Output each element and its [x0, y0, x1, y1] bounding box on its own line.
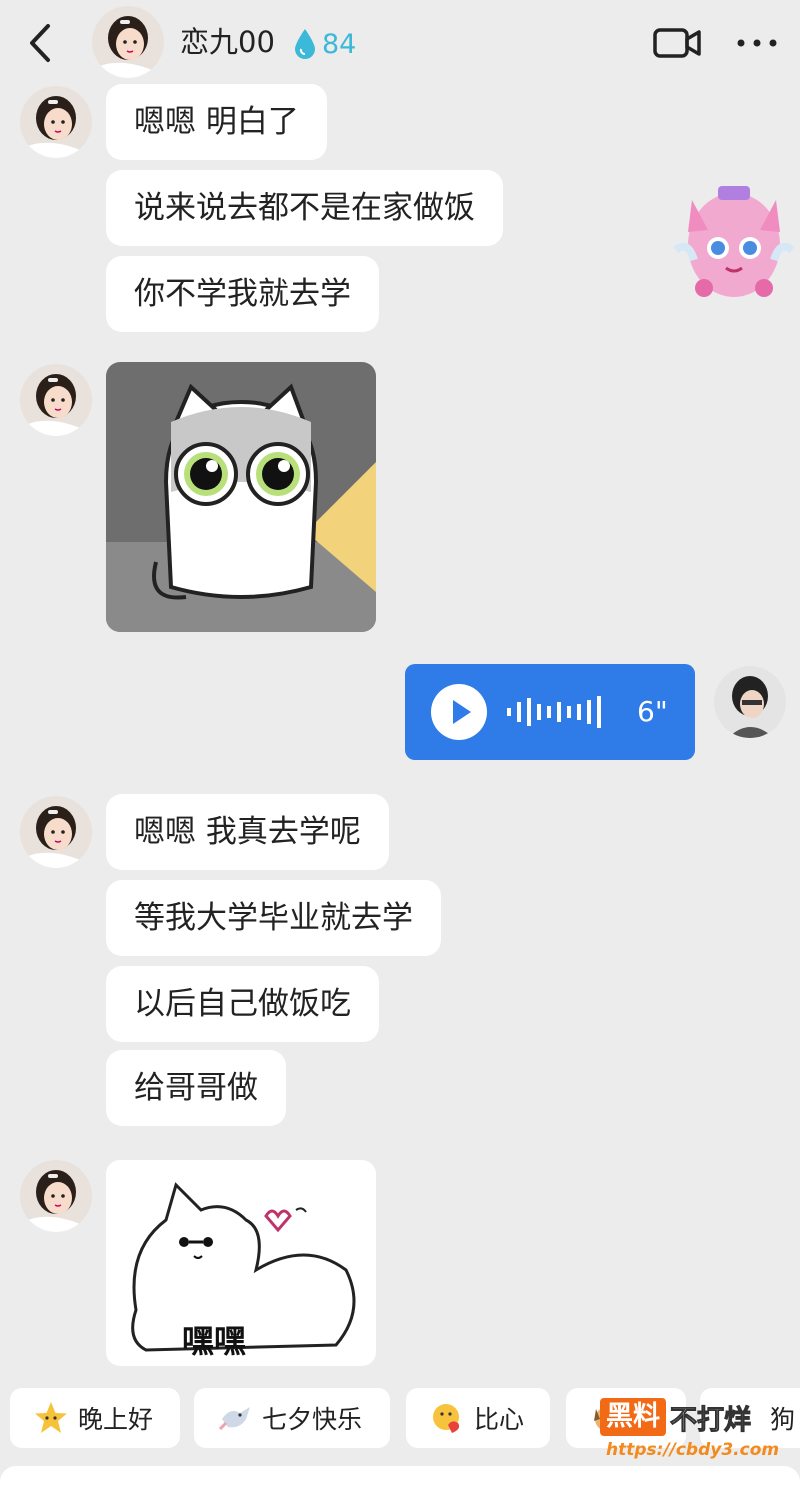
chip-label: 七夕快乐 — [262, 1405, 363, 1434]
sender-avatar[interactable] — [20, 364, 92, 436]
intimacy-badge[interactable]: 84 — [292, 24, 356, 64]
watermark: 黑料 不打烊 https://cbdy3.com — [600, 1398, 800, 1470]
chip-label: 比心 — [474, 1405, 525, 1434]
sender-avatar[interactable] — [20, 796, 92, 868]
chat-header: 恋九00 84 — [0, 0, 800, 86]
chevron-left-icon — [30, 24, 50, 62]
message-bubble[interactable]: 说来说去都不是在家做饭 — [106, 170, 503, 246]
play-icon — [431, 684, 487, 740]
message-bubble[interactable]: 嗯嗯 明白了 — [106, 84, 327, 160]
waveform-icon — [507, 696, 601, 728]
message-bubble[interactable]: 给哥哥做 — [106, 1050, 286, 1126]
chip-label: 晚上好 — [78, 1405, 154, 1434]
quick-reply-chip[interactable]: 比心 — [406, 1388, 550, 1448]
contact-avatar[interactable] — [92, 6, 164, 78]
magpie-icon — [218, 1407, 250, 1431]
message-bubble[interactable]: 等我大学毕业就去学 — [106, 880, 441, 956]
heart-hand-icon — [433, 1404, 460, 1433]
video-camera-icon — [653, 28, 701, 58]
message-bubble[interactable]: 嗯嗯 我真去学呢 — [106, 794, 389, 870]
pink-mascot-sticker[interactable] — [668, 170, 800, 310]
voice-message[interactable]: 6" — [405, 664, 695, 760]
video-call-button[interactable] — [652, 24, 702, 62]
fluffy-cat-sticker[interactable]: 嘿嘿 — [106, 1160, 376, 1366]
sender-avatar[interactable] — [20, 86, 92, 158]
sender-avatar[interactable] — [20, 1160, 92, 1232]
quick-reply-chip[interactable]: 七夕快乐 — [194, 1388, 390, 1448]
quick-reply-chip[interactable]: 晚上好 — [10, 1388, 180, 1448]
sticker-caption: 嘿嘿 — [182, 1322, 247, 1360]
water-drop-icon — [295, 29, 315, 59]
more-dots-icon — [737, 39, 777, 47]
back-button[interactable] — [26, 20, 56, 66]
my-avatar[interactable] — [714, 666, 786, 738]
intimacy-value: 84 — [322, 28, 357, 60]
message-bubble[interactable]: 以后自己做饭吃 — [106, 966, 379, 1042]
more-button[interactable] — [734, 30, 780, 56]
message-bubble[interactable]: 你不学我就去学 — [106, 256, 379, 332]
star-icon — [35, 1402, 67, 1433]
watermark-tagline: 不打烊 — [670, 1404, 752, 1436]
voice-duration: 6" — [637, 695, 668, 728]
contact-name[interactable]: 恋九00 — [180, 22, 275, 62]
crying-cat-sticker[interactable] — [106, 362, 376, 632]
watermark-url: https://cbdy3.com — [606, 1440, 780, 1460]
watermark-brand: 黑料 — [600, 1398, 666, 1436]
input-bar[interactable] — [0, 1466, 800, 1488]
